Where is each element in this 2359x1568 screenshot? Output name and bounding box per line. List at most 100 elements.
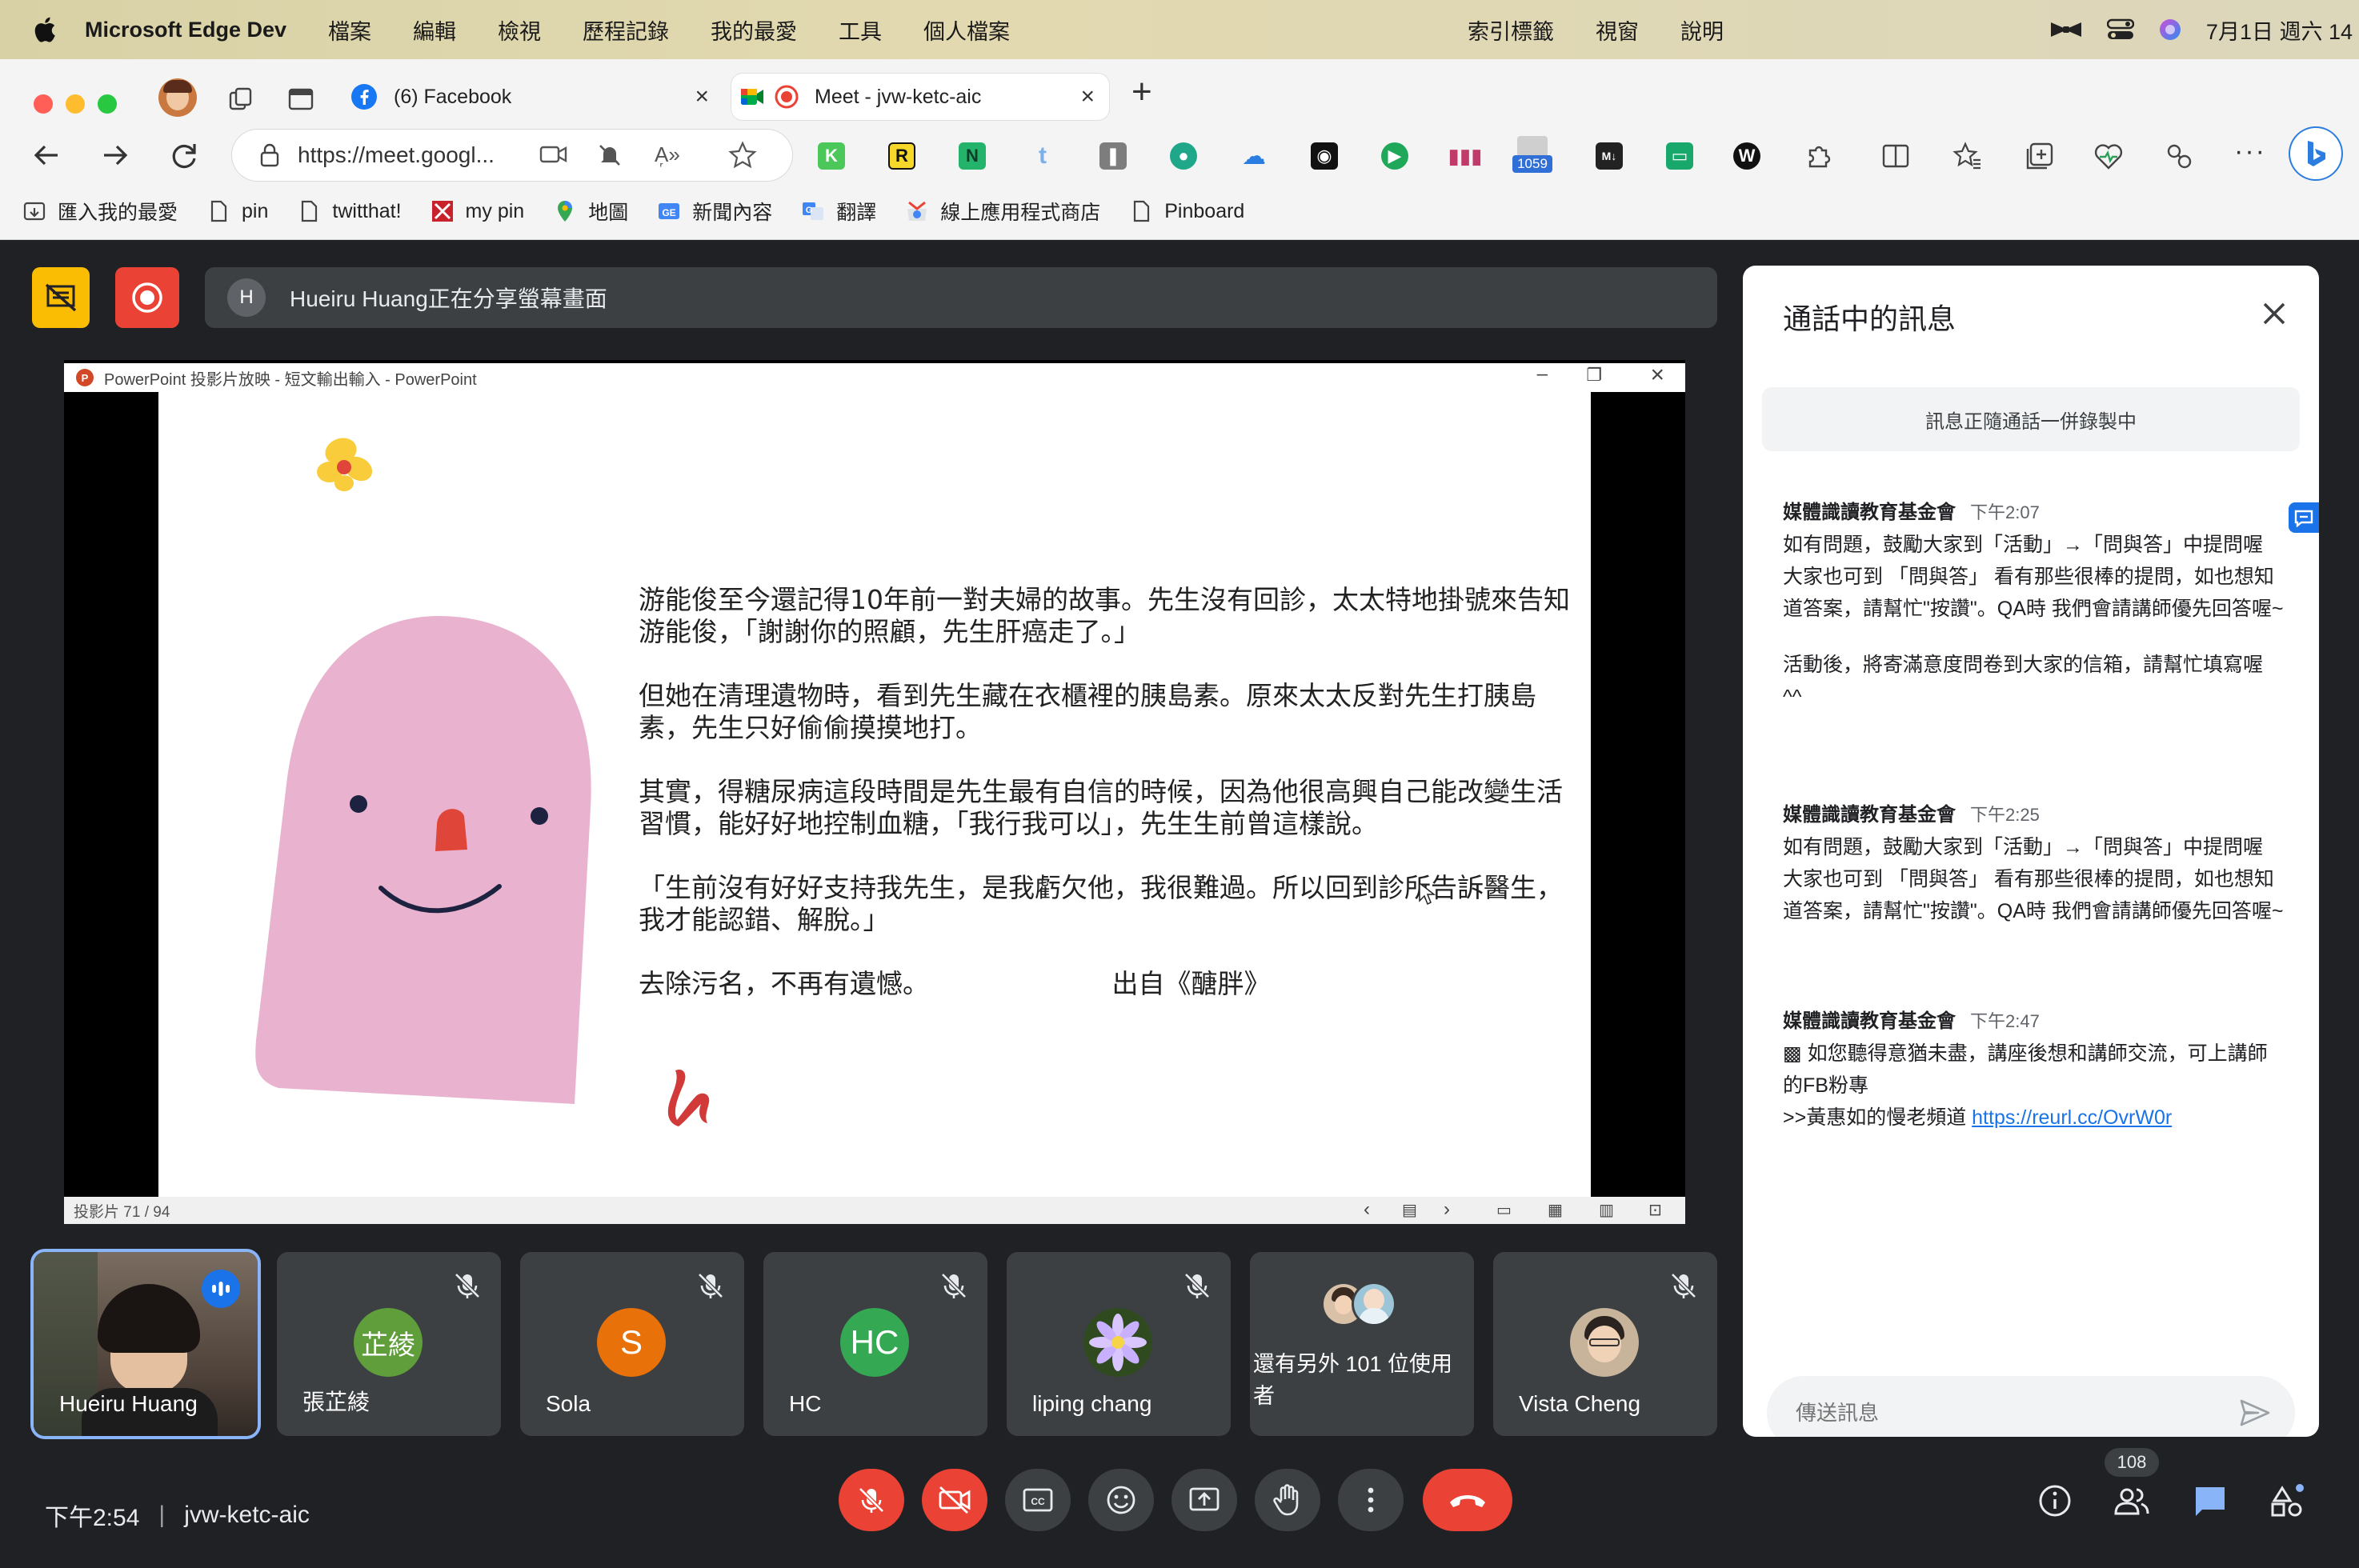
bookmark-twitthat[interactable]: twitthat!: [297, 199, 402, 223]
translate-extension-icon[interactable]: [2289, 502, 2319, 533]
participant-tile[interactable]: S Sola: [520, 1252, 744, 1436]
more-options-button[interactable]: [1338, 1469, 1404, 1531]
bookmark-pinboard[interactable]: Pinboard: [1129, 199, 1244, 223]
menu-tools[interactable]: 工具: [839, 14, 882, 46]
extension-n-icon[interactable]: N: [959, 142, 986, 170]
participant-tile[interactable]: HC HC: [763, 1252, 987, 1436]
bookmark-import-favorites[interactable]: 匯入我的最愛: [22, 197, 178, 226]
menu-help[interactable]: 說明: [1680, 14, 1724, 46]
bookmark-pin[interactable]: pin: [206, 199, 268, 223]
camera-toggle-button[interactable]: [922, 1469, 987, 1531]
control-center-icon[interactable]: [2106, 18, 2134, 41]
back-arrow-icon[interactable]: [27, 136, 66, 174]
captions-button[interactable]: CC: [1005, 1469, 1071, 1531]
meeting-code[interactable]: jvw-ketc-aic: [184, 1502, 310, 1529]
more-participants-tile[interactable]: 還有另外 101 位使用者: [1250, 1252, 1474, 1436]
leave-call-button[interactable]: [1423, 1469, 1512, 1531]
read-aloud-icon[interactable]: A᷊»: [655, 142, 680, 167]
close-tab-icon[interactable]: ×: [1080, 83, 1095, 110]
menu-edit[interactable]: 編輯: [413, 14, 456, 46]
profile-avatar[interactable]: [158, 78, 197, 117]
window-minimize-button[interactable]: [66, 94, 85, 114]
extension-k-icon[interactable]: K: [818, 142, 845, 170]
bowtie-icon[interactable]: [2049, 20, 2083, 39]
extension-mi-icon[interactable]: M↓: [1596, 142, 1623, 170]
message-link[interactable]: https://reurl.cc/OvrW0r: [1972, 1106, 2172, 1129]
refresh-icon[interactable]: [165, 136, 203, 174]
present-now-button[interactable]: [1171, 1469, 1237, 1531]
vertical-tabs-icon[interactable]: [286, 85, 315, 114]
recording-button[interactable]: [115, 267, 179, 328]
window-zoom-button[interactable]: [98, 94, 117, 114]
menubar-app-name[interactable]: Microsoft Edge Dev: [85, 18, 286, 42]
url-text[interactable]: https://meet.googl...: [298, 142, 495, 168]
notifications-off-icon[interactable]: [597, 142, 623, 168]
mic-off-icon: [1671, 1273, 1696, 1298]
extension-dark-icon[interactable]: ◉: [1311, 142, 1338, 170]
menu-file[interactable]: 檔案: [328, 14, 371, 46]
bookmark-web-store[interactable]: 線上應用程式商店: [905, 197, 1100, 226]
tab-facebook[interactable]: (6) Facebook ×: [339, 74, 723, 120]
window-close-button[interactable]: [34, 94, 53, 114]
extension-t-icon[interactable]: t: [1029, 142, 1056, 170]
participant-tile[interactable]: Hueiru Huang: [34, 1252, 258, 1436]
message-sender: 媒體識讀教育基金會: [1783, 804, 1956, 826]
lock-icon[interactable]: [259, 143, 280, 167]
menu-window[interactable]: 視窗: [1596, 14, 1639, 46]
activities-button[interactable]: [2265, 1478, 2309, 1523]
extensions-puzzle-icon[interactable]: [1804, 141, 1834, 171]
favorite-star-icon[interactable]: [728, 141, 757, 170]
extension-play-icon[interactable]: ▶: [1381, 142, 1408, 170]
participant-tile[interactable]: liping chang: [1007, 1252, 1231, 1436]
extension-message-icon[interactable]: ▭: [1666, 142, 1693, 170]
bookmark-my-pin[interactable]: my pin: [431, 199, 524, 223]
people-button[interactable]: 108: [2105, 1448, 2159, 1523]
menu-history[interactable]: 歷程記錄: [583, 14, 669, 46]
extension-bars-icon[interactable]: ▮▮▮: [1448, 142, 1483, 170]
bookmark-news[interactable]: GE 新聞內容: [657, 197, 772, 226]
mic-toggle-button[interactable]: [839, 1469, 904, 1531]
forward-arrow-icon[interactable]: [96, 136, 134, 174]
google-meet-icon: [741, 89, 763, 105]
address-bar[interactable]: https://meet.googl... A᷊»: [232, 130, 792, 181]
extension-r-icon[interactable]: R: [888, 142, 915, 170]
extension-brain-icon[interactable]: ☁: [1240, 142, 1268, 170]
menu-view[interactable]: 檢視: [498, 14, 541, 46]
favorites-icon[interactable]: [1952, 141, 1983, 171]
siri-icon[interactable]: [2158, 18, 2182, 42]
apple-icon[interactable]: [30, 15, 58, 44]
browser-essentials-icon[interactable]: [2093, 141, 2124, 171]
raise-hand-button[interactable]: [1255, 1469, 1320, 1531]
participant-avatar: S: [597, 1308, 666, 1377]
menu-profile[interactable]: 個人檔案: [923, 14, 1010, 46]
macos-menubar: Microsoft Edge Dev 檔案 編輯 檢視 歷程記錄 我的最愛 工具…: [0, 0, 2359, 59]
new-tab-icon[interactable]: +: [1131, 72, 1152, 112]
split-screen-icon[interactable]: [1880, 141, 1911, 171]
collections-icon[interactable]: [2025, 141, 2055, 171]
menubar-datetime[interactable]: 7月1日 週六 14: [2206, 14, 2353, 46]
meeting-details-button[interactable]: [2033, 1478, 2077, 1523]
bookmark-translate[interactable]: G 翻譯: [801, 197, 876, 226]
hide-presentation-button[interactable]: [32, 267, 90, 328]
participant-tile[interactable]: Vista Cheng: [1493, 1252, 1717, 1436]
close-icon[interactable]: [2258, 298, 2290, 330]
performance-icon[interactable]: [2164, 141, 2194, 171]
more-options-icon[interactable]: ···: [2234, 136, 2266, 167]
extension-chat-icon[interactable]: ●: [1170, 142, 1197, 170]
extension-w-icon[interactable]: W: [1733, 142, 1760, 170]
chat-button[interactable]: [2188, 1478, 2233, 1523]
camera-icon[interactable]: [539, 142, 568, 166]
bookmark-maps[interactable]: 地圖: [553, 197, 628, 226]
reactions-button[interactable]: [1088, 1469, 1154, 1531]
close-tab-icon[interactable]: ×: [695, 83, 709, 110]
extension-pin-icon[interactable]: ❚: [1099, 142, 1127, 170]
menu-tabs[interactable]: 索引標籤: [1468, 14, 1554, 46]
participant-tile[interactable]: 芷綾 張芷綾: [277, 1252, 501, 1436]
extension-badge-icon[interactable]: 1059: [1512, 136, 1552, 176]
bing-copilot-icon[interactable]: [2290, 128, 2341, 179]
send-icon[interactable]: [2239, 1398, 2271, 1427]
chat-message-input[interactable]: [1796, 1400, 2228, 1426]
workspaces-icon[interactable]: [227, 85, 256, 114]
tab-meet[interactable]: Meet - jvw-ketc-aic ×: [731, 74, 1109, 120]
menu-favorites[interactable]: 我的最愛: [711, 14, 797, 46]
